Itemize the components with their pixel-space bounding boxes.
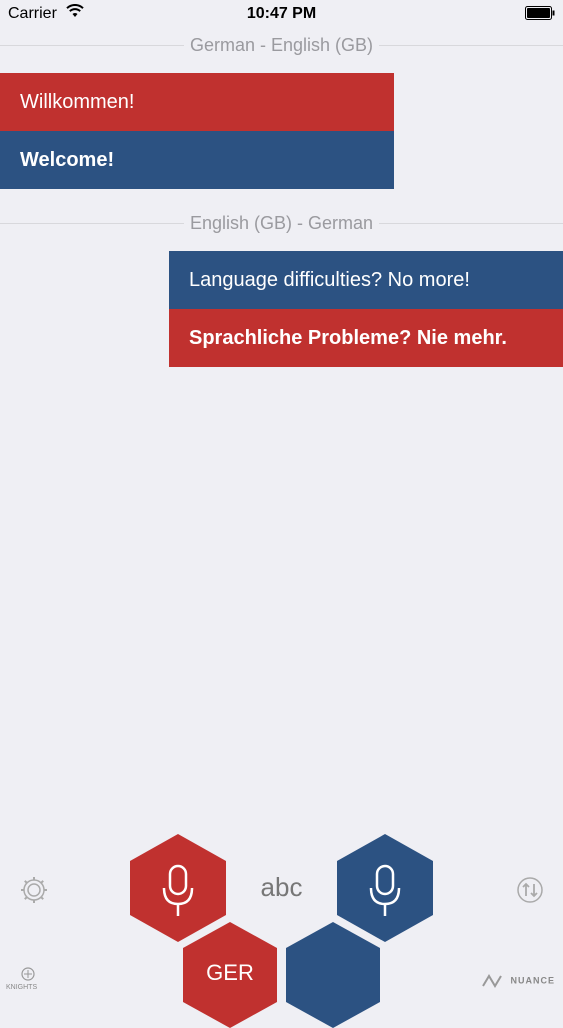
clock: 10:47 PM [246,5,317,22]
source-language-label: GER [206,960,254,985]
source-text: Willkommen! [0,73,394,131]
keyboard-input-button[interactable]: abc [0,872,563,903]
translated-text: Welcome! [0,131,394,189]
source-text: Language difficulties? No more! [169,251,563,309]
translation-bubble[interactable]: Language difficulties? No more! Sprachli… [169,251,563,367]
language-pair-label: English (GB) - German [183,213,380,233]
swap-icon[interactable] [516,876,544,904]
knights-logo: KNIGHTS [6,966,50,994]
nuance-logo-text: NUANCE [510,975,555,986]
nuance-logo: NUANCE [481,974,555,988]
language-pair-divider: German - English (GB) [0,35,563,55]
status-bar: Carrier 10:47 PM [0,0,563,30]
target-language-button[interactable] [286,922,380,1028]
battery-icon [525,6,555,20]
language-pair-label: German - English (GB) [183,35,380,55]
language-pair-divider: English (GB) - German [0,213,563,233]
nuance-logo-icon [482,974,502,988]
knights-logo-text: KNIGHTS [6,984,38,991]
translated-text: Sprachliche Probleme? Nie mehr. [169,309,563,367]
translation-bubble[interactable]: Willkommen! Welcome! [0,73,394,189]
